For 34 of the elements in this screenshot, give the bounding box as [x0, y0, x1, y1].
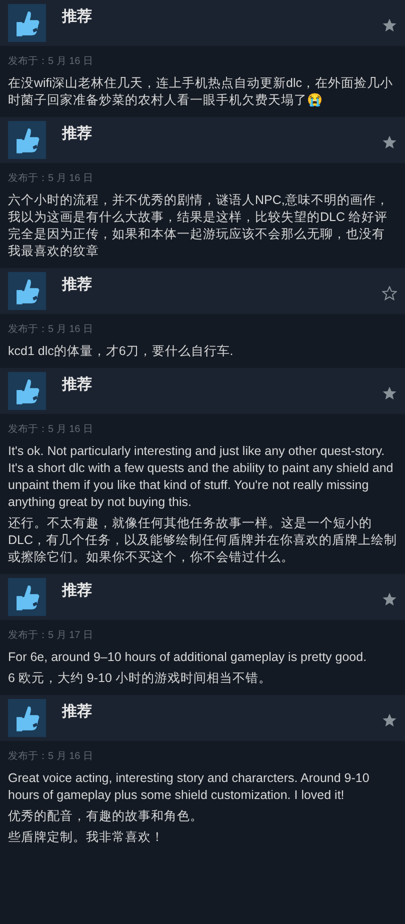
- review-text: 优秀的配音，有趣的故事和角色。: [8, 808, 204, 825]
- review-title: 推荐: [62, 375, 93, 395]
- review-title: 推荐: [62, 124, 93, 144]
- review-title: 推荐: [62, 275, 93, 295]
- review-text: Great voice acting, interesting story and chararcters. Around 9-10 hours of gameplay plus some shield customization. I loved it!: [8, 770, 370, 804]
- thumbs-up-icon: [8, 272, 46, 310]
- star-icon[interactable]: [382, 712, 397, 728]
- post-date: 发布于：5 月 16 日: [8, 750, 94, 764]
- review-text: For 6e, around 9–10 hours of additional gameplay is pretty good.: [8, 649, 368, 666]
- review-text: 6 欧元，大约 9-10 小时的游戏时间相当不错。: [8, 670, 272, 687]
- review-text: 在没wifi深山老林住几天，连上手机热点自动更新dlc，在外面捡几小时菌子回家准备炒菜的农村人看一眼手机欠费天塌了😭: [8, 75, 394, 109]
- review-title: 推荐: [62, 7, 93, 27]
- post-date: 发布于：5 月 16 日: [8, 172, 94, 186]
- post-date: 发布于：5 月 16 日: [8, 423, 94, 437]
- review-text: 六个小时的流程，并不优秀的剧情，谜语人NPC,意味不明的画作，我以为这画是有什么大故事，结果是这样，比较失望的DLC 给好评完全是因为正传，如果和本体一起游玩应该不会那么无聊，也没有我最喜欢的纹章: [8, 192, 390, 260]
- review-text: 还行。不太有趣，就像任何其他任务故事一样。这是一个短小的DLC，有几个任务，以及能够绘制任何盾牌并在你喜欢的盾牌上绘制或擦除它们。如果你不买这个，你不会错过什么。: [8, 515, 397, 566]
- review-text: It's ok. Not particularly interesting and just like any other quest-story. It's a short dlc with a few quests and the ability to paint any shield and unpaint them if you like that kind of stuff. You're not really missing anything great by not buying this.: [8, 443, 394, 511]
- review-text: 些盾牌定制。我非常喜欢！: [8, 829, 165, 846]
- star-icon[interactable]: [382, 18, 397, 32]
- star-icon[interactable]: [382, 592, 397, 606]
- post-date: 发布于：5 月 17 日: [8, 629, 94, 643]
- thumbs-up-icon: [8, 121, 46, 159]
- review-title: 推荐: [62, 702, 93, 722]
- thumbs-up-icon: [8, 4, 46, 42]
- star-icon[interactable]: [382, 386, 397, 400]
- review-text: kcd1 dlc的体量，才6刀，要什么自行车.: [8, 343, 234, 360]
- star-icon[interactable]: [382, 286, 397, 300]
- review-title: 推荐: [62, 581, 93, 601]
- thumbs-up-icon: [8, 372, 46, 410]
- star-icon[interactable]: [382, 134, 397, 150]
- thumbs-up-icon: [8, 578, 46, 616]
- post-date: 发布于：5 月 16 日: [8, 323, 94, 337]
- thumbs-up-icon: [8, 699, 46, 737]
- post-date: 发布于：5 月 16 日: [8, 55, 94, 69]
